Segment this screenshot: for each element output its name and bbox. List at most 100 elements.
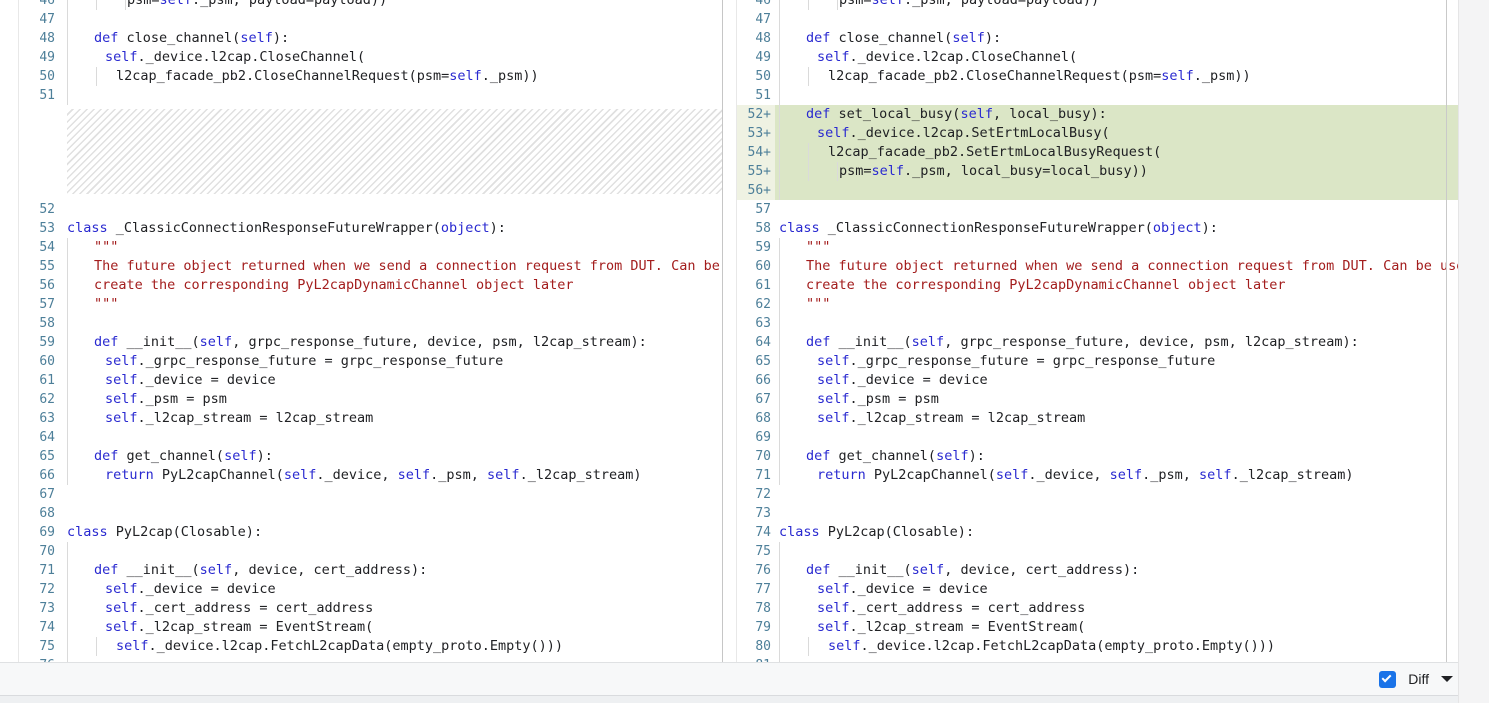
line-number[interactable]: 72 — [737, 485, 775, 504]
line-number[interactable]: 57 — [737, 200, 775, 219]
code-line: 60self._grpc_response_future = grpc_resp… — [19, 352, 722, 371]
line-number[interactable]: 64 — [737, 333, 775, 352]
line-number[interactable]: 59 — [737, 238, 775, 257]
line-number[interactable]: 61 — [737, 276, 775, 295]
line-number[interactable]: 56 — [19, 276, 63, 295]
code-line: 65def get_channel(self): — [19, 447, 722, 466]
diff-panel-right[interactable]: 46psm=self._psm, payload=payload))4748de… — [736, 0, 1458, 662]
line-number[interactable]: 49 — [737, 48, 775, 67]
line-number[interactable]: 67 — [19, 485, 63, 504]
diff-checkbox[interactable] — [1379, 671, 1396, 688]
line-number[interactable]: 80 — [737, 637, 775, 656]
line-number[interactable]: 56+ — [737, 181, 775, 200]
line-number[interactable]: 48 — [19, 29, 63, 48]
line-number[interactable]: 47 — [19, 10, 63, 29]
line-number[interactable]: 63 — [737, 314, 775, 333]
line-number[interactable]: 51 — [19, 86, 63, 105]
line-number[interactable]: 73 — [737, 504, 775, 523]
token: , device, cert_address): — [944, 562, 1139, 578]
line-number[interactable]: 49 — [19, 48, 63, 67]
line-number[interactable]: 62 — [737, 295, 775, 314]
line-number[interactable]: 78 — [737, 599, 775, 618]
token: self — [817, 125, 850, 141]
code-text: class _ClassicConnectionResponseFutureWr… — [63, 219, 722, 238]
token: self — [996, 467, 1029, 483]
code-text: psm=self._psm, payload=payload)) — [775, 0, 1458, 10]
line-number[interactable]: 60 — [737, 257, 775, 276]
indent-guide — [779, 333, 780, 352]
line-number[interactable]: 71 — [19, 561, 63, 580]
token: self — [912, 334, 945, 350]
line-number[interactable]: 50 — [737, 67, 775, 86]
code-text: return PyL2capChannel(self._device, self… — [63, 466, 722, 485]
indent-guide — [67, 409, 68, 428]
line-number[interactable]: 70 — [19, 542, 63, 561]
indent-guide — [67, 618, 68, 637]
code-line-added: 55+psm=self._psm, local_busy=local_busy)… — [737, 162, 1458, 181]
line-number[interactable]: 75 — [737, 542, 775, 561]
line-number[interactable]: 66 — [19, 466, 63, 485]
line-number[interactable]: 60 — [19, 352, 63, 371]
line-number[interactable]: 54 — [19, 238, 63, 257]
line-number[interactable]: 70 — [737, 447, 775, 466]
line-number[interactable]: 59 — [19, 333, 63, 352]
code-text: self._device.l2cap.CloseChannel( — [775, 48, 1458, 67]
line-number[interactable]: 72 — [19, 580, 63, 599]
code-text: l2cap_facade_pb2.CloseChannelRequest(psm… — [63, 67, 722, 86]
line-number[interactable]: 57 — [19, 295, 63, 314]
line-number[interactable]: 79 — [737, 618, 775, 637]
line-number[interactable]: 58 — [737, 219, 775, 238]
line-number[interactable]: 69 — [737, 428, 775, 447]
indent-guide — [779, 352, 780, 371]
line-number[interactable]: 68 — [737, 409, 775, 428]
line-number[interactable]: 58 — [19, 314, 63, 333]
indent-guide — [779, 257, 780, 276]
line-number[interactable]: 65 — [19, 447, 63, 466]
line-number[interactable]: 67 — [737, 390, 775, 409]
line-number[interactable]: 65 — [737, 352, 775, 371]
line-number[interactable]: 74 — [737, 523, 775, 542]
line-number[interactable]: 76 — [737, 561, 775, 580]
line-number[interactable]: 46 — [19, 0, 63, 10]
line-number[interactable]: 77 — [737, 580, 775, 599]
line-number[interactable]: 53 — [19, 219, 63, 238]
line-number[interactable]: 61 — [19, 371, 63, 390]
line-number[interactable]: 52+ — [737, 105, 775, 124]
line-number[interactable]: 75 — [19, 637, 63, 656]
line-number[interactable]: 71 — [737, 466, 775, 485]
line-number[interactable]: 66 — [737, 371, 775, 390]
token: self — [240, 30, 273, 46]
line-number[interactable]: 74 — [19, 618, 63, 637]
token: ._device = device — [850, 372, 988, 388]
line-number[interactable]: 62 — [19, 390, 63, 409]
code-line: 46psm=self._psm, payload=payload)) — [19, 0, 722, 10]
token: self — [160, 0, 193, 8]
code-line: 68 — [19, 504, 722, 523]
token: ._device = device — [850, 581, 988, 597]
token: , local_busy): — [993, 106, 1107, 122]
code-line: 63 — [737, 314, 1458, 333]
line-number[interactable]: 48 — [737, 29, 775, 48]
code-line: 57""" — [19, 295, 722, 314]
line-number[interactable]: 68 — [19, 504, 63, 523]
left-code-lines: 46psm=self._psm, payload=payload))4748de… — [19, 0, 722, 662]
line-number[interactable]: 51 — [737, 86, 775, 105]
line-number[interactable]: 47 — [737, 10, 775, 29]
line-number[interactable]: 55+ — [737, 162, 775, 181]
diff-panel-left[interactable]: 46psm=self._psm, payload=payload))4748de… — [18, 0, 723, 662]
token: ._cert_address = cert_address — [850, 600, 1086, 616]
line-number[interactable]: 46 — [737, 0, 775, 10]
indent-guide — [779, 105, 780, 124]
line-number[interactable]: 54+ — [737, 143, 775, 162]
line-number[interactable]: 55 — [19, 257, 63, 276]
line-number[interactable]: 53+ — [737, 124, 775, 143]
line-number[interactable]: 64 — [19, 428, 63, 447]
line-number[interactable]: 73 — [19, 599, 63, 618]
line-number[interactable]: 50 — [19, 67, 63, 86]
code-line: 64 — [19, 428, 722, 447]
dropdown-caret-icon[interactable] — [1441, 676, 1453, 682]
line-number[interactable]: 69 — [19, 523, 63, 542]
token: ): — [273, 30, 289, 46]
line-number[interactable]: 63 — [19, 409, 63, 428]
line-number[interactable]: 52 — [19, 200, 63, 219]
